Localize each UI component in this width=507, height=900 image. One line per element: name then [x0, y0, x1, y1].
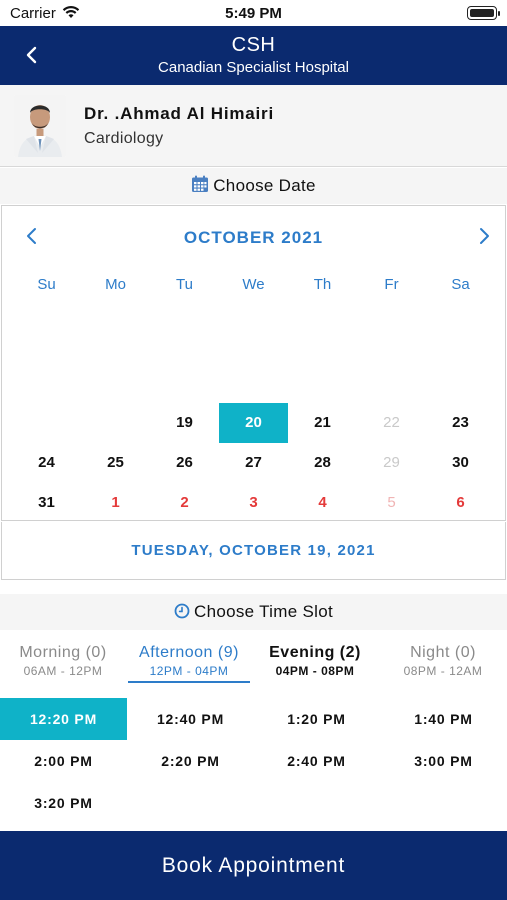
calendar-day-next-month[interactable]: 2	[150, 483, 219, 523]
weekday-tue: Tu	[176, 276, 193, 293]
time-slot[interactable]: 1:20 PM	[253, 698, 380, 740]
tab-night-range: 08PM - 12AM	[403, 664, 483, 678]
battery-icon	[467, 6, 500, 20]
month-label: OCTOBER 2021	[183, 228, 324, 247]
tab-morning[interactable]: Morning (0) 06AM - 12PM	[0, 633, 126, 685]
tab-afternoon-range: 12PM - 04PM	[149, 664, 229, 678]
doctor-name: Dr. .Ahmad Al Himairi	[84, 104, 274, 123]
calendar-day[interactable]: 25	[81, 443, 150, 483]
tab-evening-label: Evening (2)	[269, 644, 361, 661]
calendar-day[interactable]: 19	[150, 403, 219, 443]
calendar-day[interactable]: 23	[426, 403, 495, 443]
calendar-day[interactable]: 31	[12, 483, 81, 523]
calendar-day-next-month-disabled: 5	[387, 494, 396, 511]
selected-date-label: TUESDAY, OCTOBER 19, 2021	[1, 522, 506, 580]
calendar-day-next-month[interactable]: 1	[81, 483, 150, 523]
choose-date-header: Choose Date	[0, 168, 507, 204]
calendar-day-selected[interactable]: 20	[219, 403, 288, 443]
doctor-avatar	[14, 95, 66, 157]
time-slot-selected[interactable]: 12:20 PM	[0, 698, 127, 740]
book-appointment-button[interactable]: Book Appointment	[0, 831, 507, 900]
tab-night-label: Night (0)	[410, 644, 476, 661]
weekday-sat: Sa	[451, 276, 470, 293]
time-slot[interactable]: 2:20 PM	[127, 740, 254, 782]
calendar-day[interactable]: 28	[288, 443, 357, 483]
app-header: CSH Canadian Specialist Hospital	[0, 26, 507, 85]
weekday-fri: Fr	[384, 276, 399, 293]
tab-evening[interactable]: Evening (2) 04PM - 08PM	[252, 633, 378, 685]
time-slot[interactable]: 2:00 PM	[0, 740, 127, 782]
status-bar: Carrier 5:49 PM	[0, 0, 507, 26]
next-month-button[interactable]	[474, 224, 494, 248]
chevron-right-icon	[480, 228, 489, 244]
calendar-day[interactable]: 30	[426, 443, 495, 483]
doctor-specialty: Cardiology	[84, 130, 164, 147]
tab-afternoon[interactable]: Afternoon (9) 12PM - 04PM	[126, 633, 252, 685]
weekday-wed: We	[242, 276, 265, 293]
choose-time-slot-label: Choose Time Slot	[194, 602, 333, 621]
calendar-day-next-month[interactable]: 6	[426, 483, 495, 523]
choose-date-label: Choose Date	[213, 176, 316, 195]
time-slot[interactable]: 3:20 PM	[0, 782, 127, 824]
time-slot[interactable]: 1:40 PM	[380, 698, 507, 740]
tab-morning-label: Morning (0)	[19, 644, 107, 661]
tab-morning-range: 06AM - 12PM	[23, 664, 103, 678]
tab-afternoon-label: Afternoon (9)	[139, 644, 239, 661]
app-subtitle: Canadian Specialist Hospital	[158, 59, 349, 76]
calendar-day-disabled: 29	[383, 454, 400, 471]
calendar-day[interactable]: 26	[150, 443, 219, 483]
calendar: OCTOBER 2021 Su Mo Tu We Th Fr Sa 19 20 …	[1, 205, 506, 521]
choose-time-slot-header: Choose Time Slot	[0, 594, 507, 630]
time-of-day-tabs: Morning (0) 06AM - 12PM Afternoon (9) 12…	[0, 633, 507, 685]
weekday-sun: Su	[37, 276, 56, 293]
time-slot[interactable]: 3:00 PM	[380, 740, 507, 782]
tab-evening-range: 04PM - 08PM	[275, 664, 355, 678]
clock-icon	[174, 596, 190, 632]
weekday-thu: Th	[313, 276, 332, 293]
calendar-day[interactable]: 27	[219, 443, 288, 483]
calendar-day-disabled: 22	[383, 414, 400, 431]
status-time: 5:49 PM	[225, 5, 282, 22]
tab-night[interactable]: Night (0) 08PM - 12AM	[380, 633, 506, 685]
time-slot[interactable]: 2:40 PM	[253, 740, 380, 782]
calendar-day[interactable]: 24	[12, 443, 81, 483]
calendar-day-next-month[interactable]: 3	[219, 483, 288, 523]
calendar-icon	[191, 170, 209, 206]
doctor-card: Dr. .Ahmad Al Himairi Cardiology	[0, 85, 507, 167]
weekday-mon: Mo	[105, 276, 126, 293]
calendar-day[interactable]: 21	[288, 403, 357, 443]
app-title: CSH	[231, 34, 276, 56]
calendar-day-next-month[interactable]: 4	[288, 483, 357, 523]
time-slot[interactable]: 12:40 PM	[127, 698, 254, 740]
